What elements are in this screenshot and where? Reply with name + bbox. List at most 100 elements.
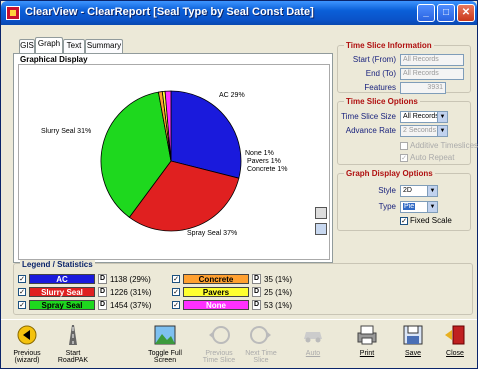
- tab-summary[interactable]: Summary: [85, 39, 123, 53]
- clock-forward-icon: [250, 326, 271, 344]
- save-button[interactable]: Save: [393, 324, 433, 368]
- graph-area: AC 29% Slurry Seal 31% Spray Seal 37% No…: [18, 64, 330, 260]
- exit-door-icon: [445, 325, 465, 345]
- previous-time-slice-button[interactable]: Previous Time Slice: [199, 324, 239, 368]
- legend-item-value: 35 (1%): [264, 275, 293, 284]
- road-icon: [69, 325, 77, 345]
- time-slice-info-title: Time Slice Information: [344, 41, 434, 50]
- legend-item: ✓ None D 53 (1%): [172, 300, 322, 310]
- minimize-button[interactable]: _: [417, 4, 435, 22]
- tab-graph[interactable]: Graph: [35, 37, 63, 53]
- legend-item-detail-button[interactable]: D: [98, 300, 107, 310]
- title-bar[interactable]: ClearView - ClearReport [Seal Type by Se…: [1, 1, 477, 25]
- close-window-button[interactable]: ✕: [457, 4, 475, 22]
- start-field[interactable]: All Records: [400, 54, 464, 66]
- legend-item: ✓ Concrete D 35 (1%): [172, 274, 322, 284]
- legend-item-checkbox[interactable]: ✓: [18, 275, 26, 283]
- tab-text[interactable]: Text: [63, 39, 85, 53]
- legend-item-label: Pavers: [183, 287, 249, 297]
- legend-item-label: Slurry Seal: [29, 287, 95, 297]
- window-title: ClearView - ClearReport [Seal Type by Se…: [25, 6, 314, 18]
- car-icon: [304, 332, 322, 343]
- save-graph-icon[interactable]: [315, 223, 327, 235]
- pie-label-concrete: Concrete 1%: [247, 166, 287, 173]
- type-select[interactable]: Pie ▼: [400, 201, 438, 213]
- advance-rate-select[interactable]: 2 Seconds ▼: [400, 125, 448, 137]
- additive-timeslices-checkbox[interactable]: [400, 142, 408, 150]
- chevron-down-icon: ▼: [437, 112, 447, 122]
- printer-icon: [357, 325, 377, 345]
- print-graph-icon[interactable]: [315, 207, 327, 219]
- legend-item-detail-button[interactable]: D: [98, 274, 107, 284]
- pie-label-ac: AC 29%: [219, 92, 245, 99]
- time-slice-size-select[interactable]: All Records ▼: [400, 111, 448, 123]
- legend-title: Legend / Statistics: [20, 260, 95, 269]
- legend-item-checkbox[interactable]: ✓: [172, 301, 180, 309]
- legend-item-value: 1454 (37%): [110, 301, 152, 310]
- app-icon: [6, 6, 20, 20]
- arrow-left-icon: [17, 325, 37, 345]
- legend-item-detail-button[interactable]: D: [252, 287, 261, 297]
- pie-label-none: None 1%: [245, 150, 274, 157]
- graph-panel-title: Graphical Display: [20, 55, 88, 64]
- additive-timeslices-label: Additive Timeslices: [410, 141, 478, 150]
- next-time-slice-button[interactable]: Next Time Slice: [241, 324, 281, 368]
- time-slice-options-group: Time Slice Options Time Slice Size All R…: [337, 97, 478, 165]
- graph-display-options-group: Graph Display Options Style 2D ▼ Type Pi…: [337, 169, 471, 231]
- end-field[interactable]: All Records: [400, 68, 464, 80]
- style-select[interactable]: 2D ▼: [400, 185, 438, 197]
- landscape-icon: [154, 325, 176, 345]
- legend-item-checkbox[interactable]: ✓: [172, 275, 180, 283]
- graph-display-options-title: Graph Display Options: [344, 169, 435, 178]
- pie-label-slurry: Slurry Seal 31%: [41, 128, 91, 135]
- clock-back-icon: [209, 326, 230, 344]
- previous-wizard-button[interactable]: Previous (wizard): [7, 324, 47, 368]
- pie-chart: AC 29% Slurry Seal 31% Spray Seal 37% No…: [41, 90, 287, 237]
- type-label: Type: [378, 202, 396, 211]
- floppy-disk-icon: [403, 325, 423, 345]
- legend-item-checkbox[interactable]: ✓: [18, 301, 26, 309]
- toggle-full-screen-button[interactable]: Toggle Full Screen: [145, 324, 185, 368]
- time-slice-size-label: Time Slice Size: [341, 112, 396, 121]
- legend-item-detail-button[interactable]: D: [252, 300, 261, 310]
- graph-panel: Graphical Display AC 29% Slurry Seal 31%…: [13, 53, 333, 263]
- close-button[interactable]: Close: [435, 324, 475, 368]
- print-button[interactable]: Print: [347, 324, 387, 368]
- auto-repeat-label: Auto Repeat: [410, 153, 455, 162]
- legend-item-value: 1226 (31%): [110, 288, 152, 297]
- fixed-scale-checkbox[interactable]: ✓: [400, 217, 408, 225]
- legend-item-checkbox[interactable]: ✓: [18, 288, 26, 296]
- app-window: ClearView - ClearReport [Seal Type by Se…: [0, 0, 478, 369]
- auto-button[interactable]: Auto: [293, 324, 333, 368]
- time-slice-options-title: Time Slice Options: [344, 97, 420, 106]
- legend-item: ✓ AC D 1138 (29%): [18, 274, 168, 284]
- maximize-button[interactable]: □: [437, 4, 455, 22]
- features-field: 3931: [400, 82, 446, 94]
- features-label: Features: [364, 83, 396, 92]
- end-label: End (To): [365, 69, 396, 78]
- legend-item-checkbox[interactable]: ✓: [172, 288, 180, 296]
- legend-item-label: AC: [29, 274, 95, 284]
- legend-item-detail-button[interactable]: D: [98, 287, 107, 297]
- legend-item: ✓ Pavers D 25 (1%): [172, 287, 322, 297]
- legend-item-label: Concrete: [183, 274, 249, 284]
- legend-item-detail-button[interactable]: D: [252, 274, 261, 284]
- pie-label-spray: Spray Seal 37%: [187, 230, 237, 237]
- start-label: Start (From): [352, 55, 396, 64]
- bottom-toolbar: Previous (wizard) Start RoadPAK Toggle F…: [1, 319, 477, 369]
- start-roadpak-button[interactable]: Start RoadPAK: [53, 324, 93, 368]
- tab-gis[interactable]: GIS: [19, 39, 35, 53]
- legend-item-value: 25 (1%): [264, 288, 293, 297]
- advance-rate-label: Advance Rate: [345, 126, 396, 135]
- legend-item-label: None: [183, 300, 249, 310]
- legend-statistics-group: Legend / Statistics ✓ AC D 1138 (29%) ✓ Slurr…: [13, 260, 473, 315]
- chevron-down-icon: ▼: [427, 202, 437, 212]
- style-label: Style: [378, 186, 396, 195]
- chevron-down-icon: ▼: [437, 126, 447, 136]
- legend-item-label: Spray Seal: [29, 300, 95, 310]
- time-slice-info-group: Time Slice Information Start (From) All …: [337, 41, 471, 94]
- pie-label-pavers: Pavers 1%: [247, 158, 281, 165]
- legend-item: ✓ Spray Seal D 1454 (37%): [18, 300, 168, 310]
- legend-item-value: 1138 (29%): [110, 275, 151, 284]
- auto-repeat-checkbox[interactable]: ✓: [400, 154, 408, 162]
